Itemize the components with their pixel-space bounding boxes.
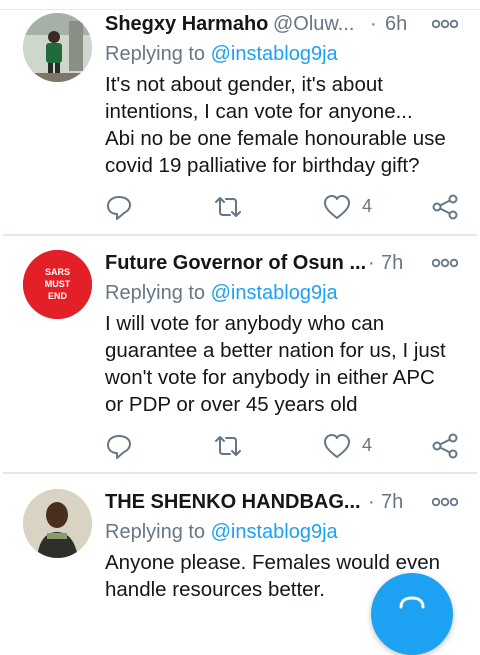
replying-to: Replying to @instablog9ja xyxy=(105,519,338,545)
person-photo-icon xyxy=(23,489,92,558)
tweet-text-line: Anyone please. Females would even xyxy=(105,551,441,574)
tweet-actions: 4 xyxy=(0,192,480,222)
like-icon[interactable] xyxy=(322,431,352,461)
tweet-text-line: I will vote for anybody who can xyxy=(105,312,385,335)
replying-to: Replying to @instablog9ja xyxy=(105,280,338,306)
tweet-text-line: guarantee a better nation for us, I just xyxy=(105,339,446,362)
tweet-divider xyxy=(3,234,477,236)
previous-tweet-edge xyxy=(0,0,480,10)
display-name[interactable]: Future Governor of Osun ... xyxy=(105,250,366,276)
share-icon[interactable] xyxy=(430,431,460,461)
avatar[interactable] xyxy=(23,489,92,558)
avatar[interactable] xyxy=(23,13,92,82)
dot-separator: · xyxy=(368,252,375,274)
replying-to-prefix: Replying to xyxy=(105,43,211,65)
tweet-time[interactable]: 7h xyxy=(381,250,403,276)
dot-separator: · xyxy=(368,491,375,513)
tweet-actions: 4 xyxy=(0,431,480,461)
dot-separator: · xyxy=(370,13,377,35)
reply-icon[interactable] xyxy=(104,192,134,222)
tweet-text: I will vote for anybody who can guarante… xyxy=(105,310,470,418)
compose-button[interactable] xyxy=(371,573,453,655)
share-icon[interactable] xyxy=(430,192,460,222)
avatar-text-line: END xyxy=(48,291,68,301)
tweet-time[interactable]: 6h xyxy=(385,11,407,37)
more-options-icon[interactable] xyxy=(432,258,458,268)
avatar-text-line: MUST xyxy=(45,279,71,289)
like-count: 4 xyxy=(362,435,373,455)
tweet-text-line: intentions, I can vote for anyone... xyxy=(105,100,413,123)
replying-to-link[interactable]: @instablog9ja xyxy=(211,43,338,65)
like-icon[interactable] xyxy=(322,192,352,222)
compose-icon xyxy=(399,596,425,609)
tweet-text-line: covid 19 palliative for birthday gift? xyxy=(105,154,420,177)
avatar[interactable]: SARS MUST END xyxy=(23,250,92,319)
tweet-time[interactable]: 7h xyxy=(381,489,403,515)
display-name[interactable]: Shegxy Harmaho xyxy=(105,11,268,37)
tweet-1[interactable]: Shegxy Harmaho @Oluw... · 6h Replying to… xyxy=(0,11,480,233)
like-count: 4 xyxy=(362,196,373,216)
tweet-2[interactable]: SARS MUST END Future Governor of Osun ..… xyxy=(0,250,480,472)
avatar-text-line: SARS xyxy=(45,267,70,277)
tweet-text-line: won't vote for anybody in either APC xyxy=(105,366,435,389)
more-options-icon[interactable] xyxy=(432,19,458,29)
retweet-icon[interactable] xyxy=(213,192,243,222)
user-handle[interactable]: @Oluw... xyxy=(273,11,354,37)
tweet-header: Shegxy Harmaho @Oluw... · 6h xyxy=(105,11,465,37)
replying-to: Replying to @instablog9ja xyxy=(105,41,338,67)
tweet-text-line: or PDP or over 45 years old xyxy=(105,393,358,416)
tweet-header: THE SHENKO HANDBAG... · 7h xyxy=(105,489,465,515)
display-name[interactable]: THE SHENKO HANDBAG... xyxy=(105,489,361,515)
tweet-text-line: It's not about gender, it's about xyxy=(105,73,383,96)
replying-to-link[interactable]: @instablog9ja xyxy=(211,282,338,304)
tweet-text: It's not about gender, it's about intent… xyxy=(105,71,470,179)
replying-to-prefix: Replying to xyxy=(105,521,211,543)
replying-to-prefix: Replying to xyxy=(105,282,211,304)
tweet-text-line: Abi no be one female honourable use xyxy=(105,127,446,150)
replying-to-link[interactable]: @instablog9ja xyxy=(211,521,338,543)
more-options-icon[interactable] xyxy=(432,497,458,507)
person-photo-icon xyxy=(23,13,92,82)
sars-must-end-logo: SARS MUST END xyxy=(23,250,92,319)
tweet-divider xyxy=(3,472,477,474)
retweet-icon[interactable] xyxy=(213,431,243,461)
reply-icon[interactable] xyxy=(104,431,134,461)
tweet-header: Future Governor of Osun ... · 7h xyxy=(105,250,465,276)
